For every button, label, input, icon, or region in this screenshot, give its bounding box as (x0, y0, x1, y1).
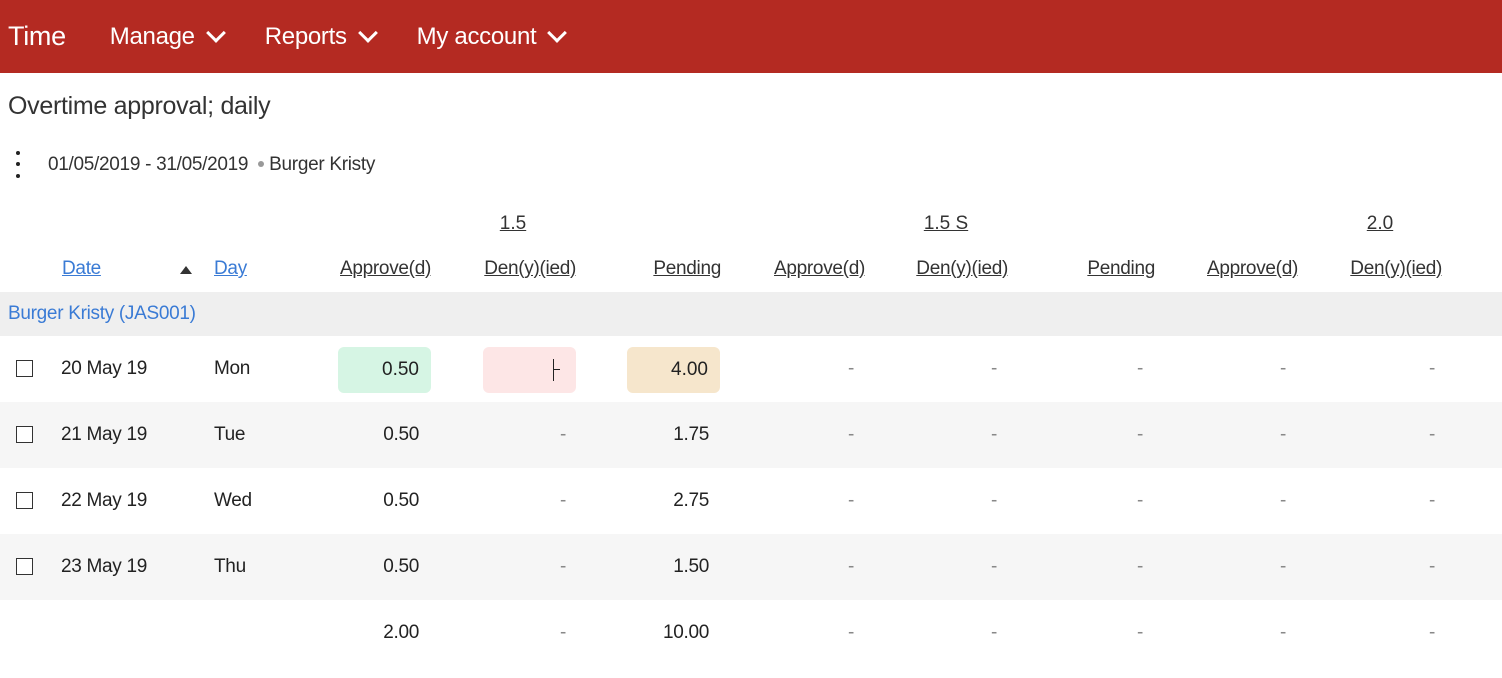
total-approve: 2.00 (383, 622, 419, 643)
cell-date: 22 May 19 (61, 490, 148, 511)
row-checkbox[interactable] (16, 492, 33, 509)
cell-value: - (847, 556, 854, 577)
group-header-2-0[interactable]: 2.0 (1367, 213, 1393, 235)
filter-summary-text: 01/05/2019 - 31/05/2019 Burger Kristy (48, 154, 375, 176)
cell-day: Mon (214, 358, 251, 379)
cell-approve[interactable]: 0.50 (340, 468, 419, 534)
filter-summary: 01/05/2019 - 31/05/2019 Burger Kristy (8, 148, 375, 182)
sort-ascending-icon[interactable] (180, 266, 192, 274)
group-header-1-5[interactable]: 1.5 (500, 213, 526, 235)
cell-value: - (990, 424, 997, 445)
total-value: - (847, 622, 854, 643)
cell-day: Tue (214, 424, 246, 445)
cell-value: - (1428, 358, 1435, 379)
total-value: - (990, 622, 997, 643)
cell-value: - (847, 424, 854, 445)
cell-day: Wed (214, 490, 252, 511)
cell-value: - (990, 556, 997, 577)
chevron-down-icon (357, 23, 378, 43)
overtime-table: Burger Kristy (JAS001) 20 May 19 Mon 0.5… (0, 292, 1502, 666)
col-header-pending[interactable]: Pending (653, 258, 721, 280)
cell-value: - (847, 490, 854, 511)
col-header-approve[interactable]: Approve(d) (340, 258, 431, 280)
total-value: - (1428, 622, 1435, 643)
cell-approve[interactable]: 0.50 (340, 534, 419, 600)
cell-pending: 1.50 (673, 556, 709, 577)
total-value: - (1136, 622, 1143, 643)
cell-value: - (1136, 358, 1143, 379)
menu-my-account[interactable]: My account (416, 22, 568, 51)
cell-value: - (1136, 424, 1143, 445)
cell-value: - (990, 358, 997, 379)
menu-manage-label: Manage (109, 22, 195, 50)
table-row: 21 May 19 Tue 0.50 - 1.75 - - - - - (0, 402, 1502, 468)
date-range: 01/05/2019 - 31/05/2019 (48, 154, 249, 175)
cell-date: 20 May 19 (61, 358, 148, 379)
table-row: 22 May 19 Wed 0.50 - 2.75 - - - - - (0, 468, 1502, 534)
row-checkbox[interactable] (16, 360, 33, 377)
cell-value: - (990, 490, 997, 511)
col-header-deny[interactable]: Den(y)(ied) (484, 258, 576, 280)
menu-my-account-label: My account (416, 22, 537, 50)
cell-pending: 1.75 (673, 424, 709, 445)
cell-pending: 2.75 (673, 490, 709, 511)
cell-value: - (1136, 556, 1143, 577)
chevron-down-icon (205, 23, 226, 43)
cell-approve[interactable]: 0.50 (340, 402, 419, 468)
top-nav-bar: Time Manage Reports My account (0, 0, 1502, 73)
menu-reports-label: Reports (264, 22, 347, 50)
cell-value: - (1428, 424, 1435, 445)
column-headers: Date Day Approve(d) Den(y)(ied) Pending … (0, 258, 1502, 288)
total-value: - (1279, 622, 1286, 643)
more-options-icon[interactable] (8, 148, 28, 182)
table-row: 20 May 19 Mon 0.50 4.00 - - - - - (0, 336, 1502, 402)
employee-group-link[interactable]: Burger Kristy (JAS001) (8, 303, 196, 325)
total-deny: - (559, 622, 566, 643)
col-header-day[interactable]: Day (214, 258, 247, 280)
menu-reports[interactable]: Reports (264, 22, 378, 51)
page-title: Overtime approval; daily (8, 92, 271, 120)
col-header-approve[interactable]: Approve(d) (1207, 258, 1298, 280)
cell-value: - (1279, 358, 1286, 379)
table-row: 23 May 19 Thu 0.50 - 1.50 - - - - - (0, 534, 1502, 600)
total-pending: 10.00 (662, 622, 709, 643)
approve-value: 0.50 (382, 359, 419, 380)
cell-date: 21 May 19 (61, 424, 148, 445)
row-checkbox[interactable] (16, 558, 33, 575)
cell-value: - (1279, 556, 1286, 577)
col-header-approve[interactable]: Approve(d) (774, 258, 865, 280)
approve-input[interactable]: 0.50 (338, 347, 431, 393)
pending-field: 4.00 (627, 347, 720, 393)
employee-group-row: Burger Kristy (JAS001) (0, 292, 1502, 336)
cell-deny[interactable]: - (500, 468, 566, 534)
cell-deny[interactable]: - (500, 402, 566, 468)
group-header-1-5-s[interactable]: 1.5 S (924, 213, 968, 235)
chevron-down-icon (547, 23, 568, 43)
totals-row: 2.00 - 10.00 - - - - - (0, 600, 1502, 666)
col-header-deny[interactable]: Den(y)(ied) (916, 258, 1008, 280)
cell-value: - (1136, 490, 1143, 511)
col-header-pending[interactable]: Pending (1087, 258, 1155, 280)
col-header-date[interactable]: Date (62, 258, 101, 280)
deny-input[interactable] (483, 347, 576, 393)
col-header-deny[interactable]: Den(y)(ied) (1350, 258, 1442, 280)
cell-value: - (1279, 424, 1286, 445)
cell-date: 23 May 19 (61, 556, 148, 577)
cell-deny[interactable]: - (500, 534, 566, 600)
row-checkbox[interactable] (16, 426, 33, 443)
menu-manage[interactable]: Manage (109, 22, 226, 51)
employee-name: Burger Kristy (269, 154, 376, 175)
separator-dot (258, 161, 265, 167)
pending-value: 4.00 (671, 359, 708, 380)
cell-value: - (847, 358, 854, 379)
cell-value: - (1279, 490, 1286, 511)
text-cursor-icon (553, 359, 560, 381)
cell-day: Thu (214, 556, 246, 577)
column-group-headers: 1.5 1.5 S 2.0 (0, 213, 1502, 243)
cell-value: - (1428, 490, 1435, 511)
cell-value: - (1428, 556, 1435, 577)
app-brand[interactable]: Time (8, 21, 66, 52)
